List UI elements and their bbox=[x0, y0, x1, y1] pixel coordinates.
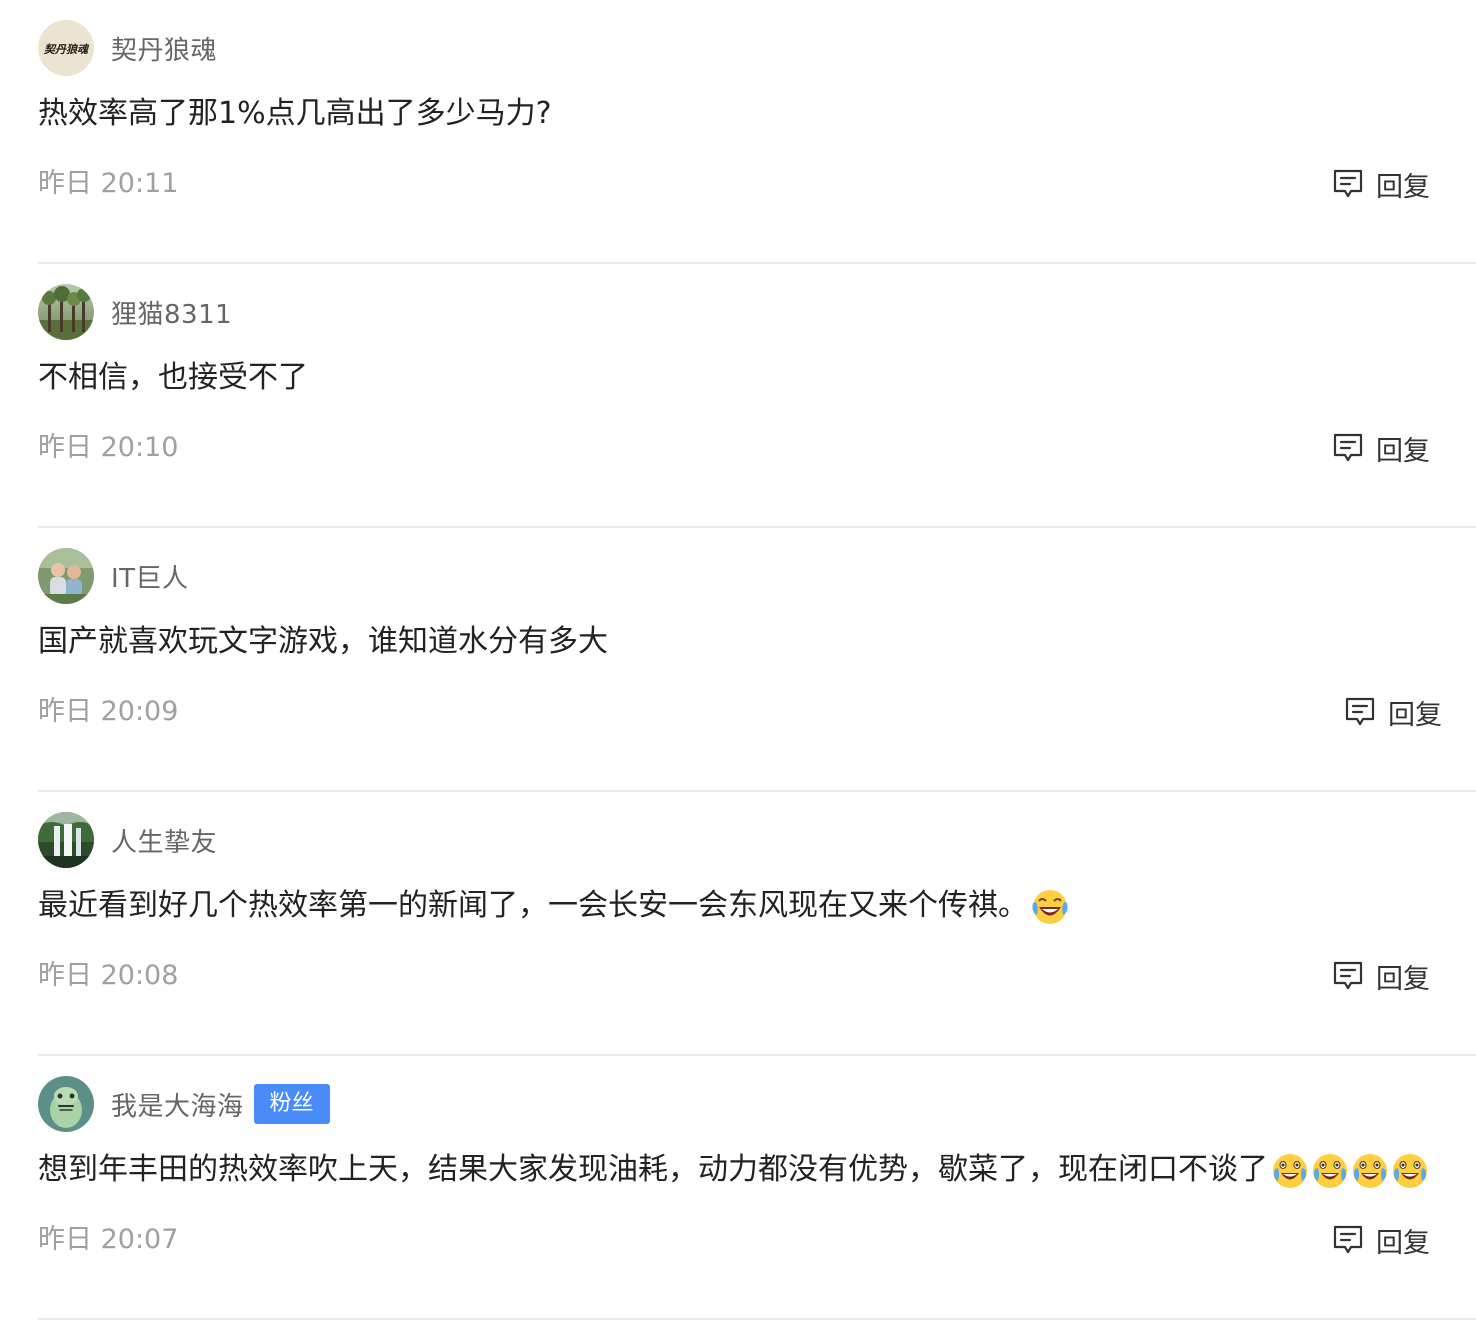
comment-list: 契丹狼魂 契丹狼魂 热效率高了那1%点几高出了多少马力? 昨日 20:11 回复 bbox=[0, 0, 1476, 1320]
comment-bubble-icon bbox=[1332, 1224, 1364, 1256]
comment-text: 不相信，也接受不了 bbox=[38, 356, 308, 400]
reply-button[interactable]: 回复 bbox=[1332, 428, 1430, 468]
comment-bubble-icon bbox=[1344, 696, 1376, 728]
comment-item: 人生挚友 最近看到好几个热效率第一的新闻了，一会长安一会东风现在又来个传祺。 昨… bbox=[0, 792, 1476, 1056]
comment-item: 狸猫8311 不相信，也接受不了 昨日 20:10 回复 bbox=[0, 264, 1476, 528]
fan-badge: 粉丝 bbox=[253, 1084, 330, 1124]
comment-bubble-icon bbox=[1332, 432, 1364, 464]
emoji-list bbox=[1030, 886, 1070, 926]
comment-author-row: 狸猫8311 bbox=[38, 284, 232, 340]
comment-text-body: 不相信，也接受不了 bbox=[38, 360, 308, 395]
comment-bubble-icon bbox=[1332, 960, 1364, 992]
tears-of-joy-emoji-icon bbox=[1390, 1150, 1430, 1190]
comment-author-row: 契丹狼魂 契丹狼魂 bbox=[38, 20, 217, 76]
tears-of-joy-emoji-icon bbox=[1270, 1150, 1310, 1190]
comment-text: 热效率高了那1%点几高出了多少马力? bbox=[38, 92, 552, 136]
reply-button[interactable]: 回复 bbox=[1332, 956, 1430, 996]
username[interactable]: 人生挚友 bbox=[111, 822, 217, 859]
comment-text: 国产就喜欢玩文字游戏，谁知道水分有多大 bbox=[38, 620, 608, 664]
comment-item: 契丹狼魂 契丹狼魂 热效率高了那1%点几高出了多少马力? 昨日 20:11 回复 bbox=[0, 0, 1476, 264]
username[interactable]: IT巨人 bbox=[111, 558, 189, 595]
comment-text: 想到年丰田的热效率吹上天，结果大家发现油耗，动力都没有优势，歇菜了，现在闭口不谈… bbox=[38, 1148, 1430, 1192]
comment-timestamp: 昨日 20:09 bbox=[38, 696, 179, 727]
username[interactable]: 狸猫8311 bbox=[111, 294, 232, 331]
comment-item: IT巨人 国产就喜欢玩文字游戏，谁知道水分有多大 昨日 20:09 回复 bbox=[0, 528, 1476, 792]
comment-timestamp: 昨日 20:11 bbox=[38, 168, 179, 199]
username[interactable]: 契丹狼魂 bbox=[111, 30, 217, 67]
reply-label: 回复 bbox=[1376, 435, 1430, 467]
avatar[interactable] bbox=[38, 284, 94, 340]
reply-button[interactable]: 回复 bbox=[1332, 164, 1430, 204]
reply-label: 回复 bbox=[1388, 699, 1442, 731]
reply-button[interactable]: 回复 bbox=[1344, 692, 1442, 732]
comment-item: 我是大海海 粉丝 想到年丰田的热效率吹上天，结果大家发现油耗，动力都没有优势，歇… bbox=[0, 1056, 1476, 1320]
reply-button[interactable]: 回复 bbox=[1332, 1220, 1430, 1260]
tears-of-joy-emoji-icon bbox=[1350, 1150, 1390, 1190]
emoji-list bbox=[1270, 1150, 1430, 1190]
comment-text-body: 最近看到好几个热效率第一的新闻了，一会长安一会东风现在又来个传祺。 bbox=[38, 888, 1028, 923]
avatar-calligraphy: 契丹狼魂 bbox=[43, 43, 90, 56]
username[interactable]: 我是大海海 bbox=[111, 1086, 244, 1123]
comment-author-row: IT巨人 bbox=[38, 548, 189, 604]
comment-author-row: 人生挚友 bbox=[38, 812, 217, 868]
comment-text-body: 想到年丰田的热效率吹上天，结果大家发现油耗，动力都没有优势，歇菜了，现在闭口不谈… bbox=[38, 1152, 1268, 1187]
laugh-cry-emoji-icon bbox=[1030, 886, 1070, 926]
comment-bubble-icon bbox=[1332, 168, 1364, 200]
reply-label: 回复 bbox=[1376, 171, 1430, 203]
reply-label: 回复 bbox=[1376, 1227, 1430, 1259]
comment-text-body: 国产就喜欢玩文字游戏，谁知道水分有多大 bbox=[38, 624, 608, 659]
avatar[interactable] bbox=[38, 1076, 94, 1132]
comment-text: 最近看到好几个热效率第一的新闻了，一会长安一会东风现在又来个传祺。 bbox=[38, 884, 1070, 928]
avatar[interactable] bbox=[38, 548, 94, 604]
comment-author-row: 我是大海海 粉丝 bbox=[38, 1076, 330, 1132]
comment-timestamp: 昨日 20:10 bbox=[38, 432, 179, 463]
tears-of-joy-emoji-icon bbox=[1310, 1150, 1350, 1190]
comment-timestamp: 昨日 20:07 bbox=[38, 1224, 179, 1255]
reply-label: 回复 bbox=[1376, 963, 1430, 995]
avatar[interactable]: 契丹狼魂 bbox=[38, 20, 94, 76]
avatar[interactable] bbox=[38, 812, 94, 868]
comment-timestamp: 昨日 20:08 bbox=[38, 960, 179, 991]
comment-text-body: 热效率高了那1%点几高出了多少马力? bbox=[38, 96, 552, 131]
